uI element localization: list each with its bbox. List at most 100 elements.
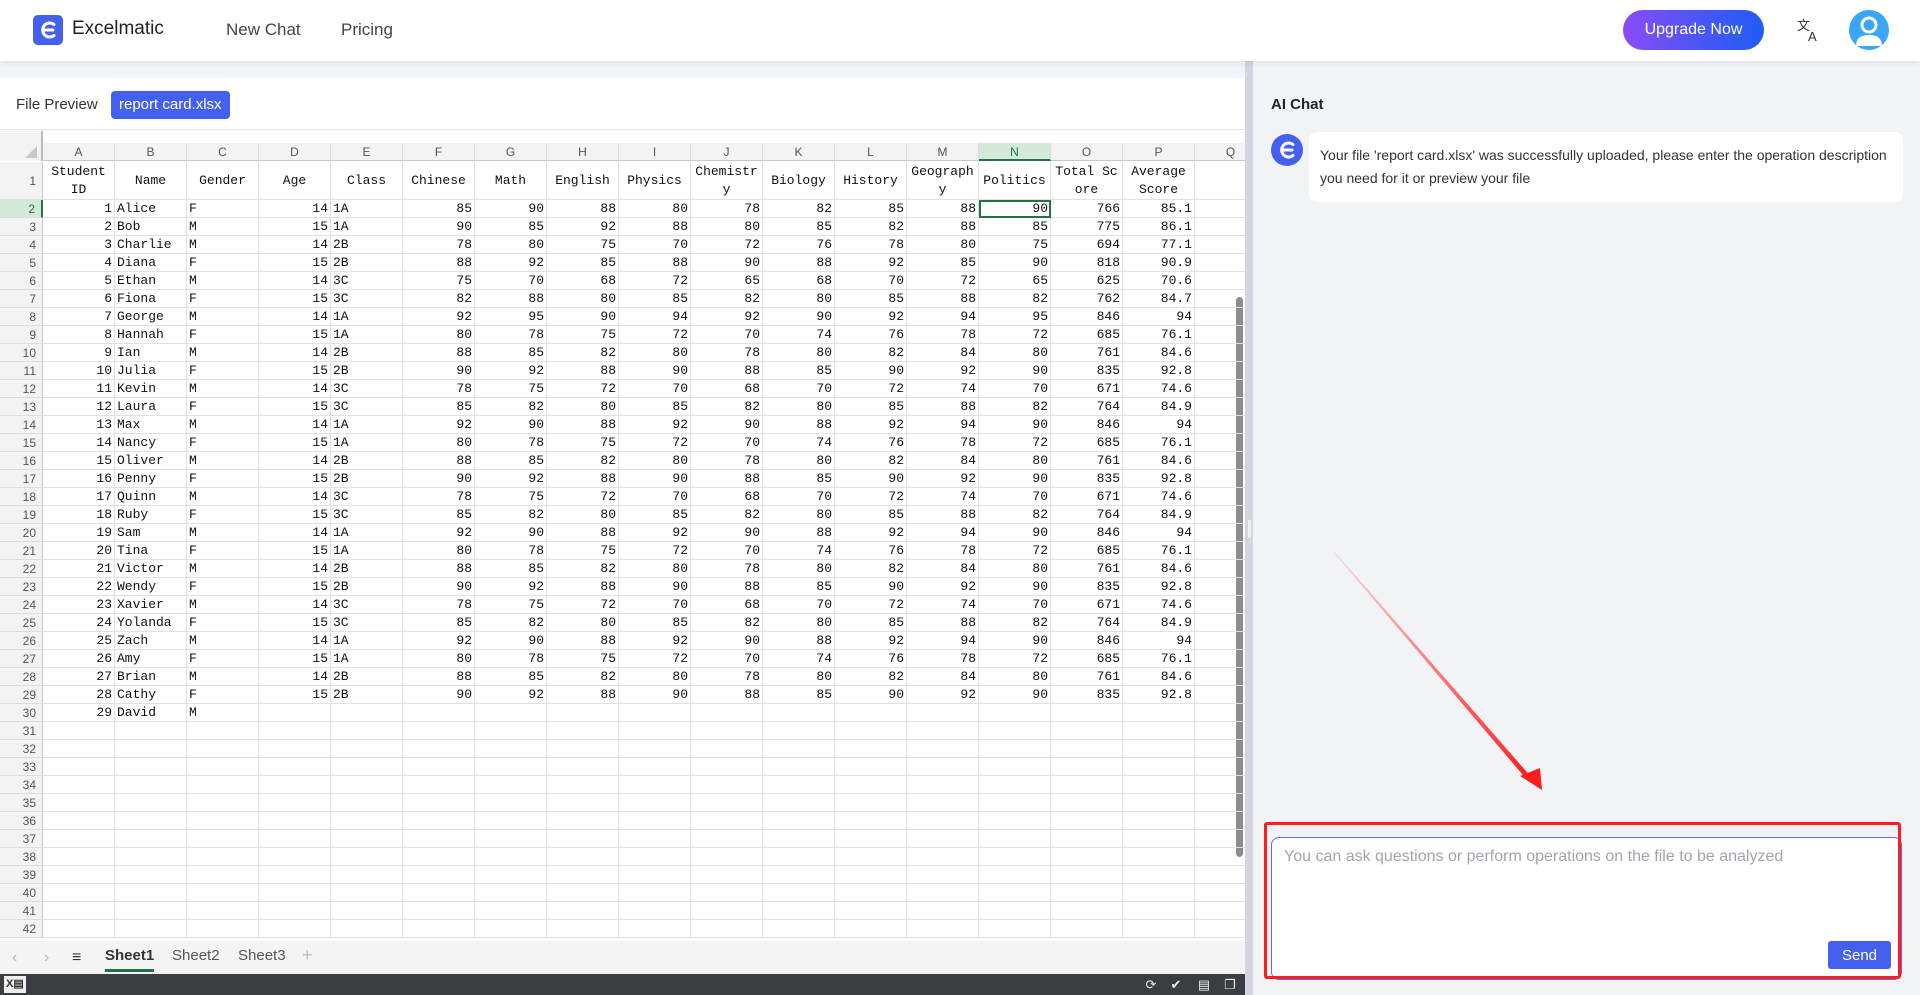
empty-cell[interactable] xyxy=(115,866,187,884)
empty-cell[interactable] xyxy=(763,902,835,920)
table-cell[interactable]: F xyxy=(187,686,259,704)
table-cell[interactable]: 75 xyxy=(547,434,619,452)
table-cell[interactable]: 3C xyxy=(331,272,403,290)
check-bag-icon[interactable]: ✔ xyxy=(1168,977,1184,992)
table-cell[interactable]: 1A xyxy=(331,200,403,218)
table-cell[interactable]: 15 xyxy=(259,326,331,344)
next-sheet-icon[interactable]: › xyxy=(44,949,49,967)
table-cell[interactable]: 5 xyxy=(43,272,115,290)
table-cell[interactable]: 72 xyxy=(619,272,691,290)
table-cell[interactable]: 76.1 xyxy=(1123,650,1195,668)
table-cell[interactable]: 1A xyxy=(331,326,403,344)
table-cell[interactable]: 85 xyxy=(907,254,979,272)
empty-cell[interactable] xyxy=(907,884,979,902)
empty-cell[interactable] xyxy=(187,920,259,938)
table-cell[interactable] xyxy=(1195,542,1245,560)
table-cell[interactable]: 78 xyxy=(403,488,475,506)
table-cell[interactable]: 88 xyxy=(403,668,475,686)
table-cell[interactable]: 1 xyxy=(43,200,115,218)
empty-cell[interactable] xyxy=(907,758,979,776)
table-cell[interactable]: 68 xyxy=(691,596,763,614)
empty-cell[interactable] xyxy=(835,740,907,758)
table-cell[interactable]: 77.1 xyxy=(1123,236,1195,254)
table-cell[interactable]: 92 xyxy=(907,686,979,704)
table-cell[interactable]: 764 xyxy=(1051,398,1123,416)
empty-cell[interactable] xyxy=(907,794,979,812)
table-cell[interactable]: 84 xyxy=(907,452,979,470)
table-cell[interactable] xyxy=(403,704,475,722)
table-cell[interactable] xyxy=(763,704,835,722)
table-cell[interactable]: 78 xyxy=(403,236,475,254)
empty-cell[interactable] xyxy=(835,776,907,794)
table-cell[interactable]: 80 xyxy=(547,398,619,416)
table-cell[interactable]: 75 xyxy=(979,236,1051,254)
table-cell[interactable]: 1A xyxy=(331,524,403,542)
table-cell[interactable]: 88 xyxy=(619,254,691,272)
table-cell[interactable]: 85 xyxy=(979,218,1051,236)
table-cell[interactable]: 14 xyxy=(259,668,331,686)
table-cell[interactable]: 85 xyxy=(475,218,547,236)
empty-cell[interactable] xyxy=(331,920,403,938)
table-cell[interactable]: 80 xyxy=(763,398,835,416)
table-cell[interactable]: 72 xyxy=(835,488,907,506)
table-cell[interactable]: 15 xyxy=(259,650,331,668)
table-cell[interactable] xyxy=(1195,344,1245,362)
table-cell[interactable]: 90 xyxy=(403,362,475,380)
table-cell[interactable]: 92.8 xyxy=(1123,686,1195,704)
empty-cell[interactable] xyxy=(1051,920,1123,938)
table-cell[interactable]: 15 xyxy=(259,542,331,560)
empty-cell[interactable] xyxy=(331,812,403,830)
chat-input[interactable] xyxy=(1284,848,1884,928)
table-cell[interactable]: 84.7 xyxy=(1123,290,1195,308)
table-cell[interactable]: 16 xyxy=(43,470,115,488)
table-cell[interactable]: 78 xyxy=(403,596,475,614)
table-cell[interactable]: 80 xyxy=(547,290,619,308)
table-cell[interactable]: F xyxy=(187,542,259,560)
table-cell[interactable]: 17 xyxy=(43,488,115,506)
empty-cell[interactable] xyxy=(547,740,619,758)
table-cell[interactable]: 82 xyxy=(547,668,619,686)
table-cell[interactable]: 764 xyxy=(1051,506,1123,524)
table-cell[interactable] xyxy=(1195,470,1245,488)
add-sheet-button[interactable]: + xyxy=(302,945,313,966)
table-cell[interactable]: 90 xyxy=(403,218,475,236)
table-cell[interactable]: 92 xyxy=(475,578,547,596)
empty-cell[interactable] xyxy=(475,794,547,812)
table-cell[interactable]: David xyxy=(115,704,187,722)
table-cell[interactable]: 15 xyxy=(259,218,331,236)
empty-cell[interactable] xyxy=(115,830,187,848)
row-header-18[interactable]: 18 xyxy=(0,488,43,506)
table-cell[interactable]: Sam xyxy=(115,524,187,542)
table-cell[interactable]: 88 xyxy=(907,398,979,416)
table-cell[interactable]: 90 xyxy=(691,416,763,434)
table-cell[interactable]: F xyxy=(187,200,259,218)
table-cell[interactable]: 835 xyxy=(1051,578,1123,596)
column-header-l[interactable]: L xyxy=(835,143,907,161)
table-cell[interactable]: 82 xyxy=(835,668,907,686)
table-cell[interactable]: 70 xyxy=(835,272,907,290)
table-cell[interactable]: 20 xyxy=(43,542,115,560)
empty-cell[interactable] xyxy=(1195,866,1245,884)
empty-cell[interactable] xyxy=(403,794,475,812)
table-cell[interactable]: 10 xyxy=(43,362,115,380)
table-cell[interactable]: 88 xyxy=(763,416,835,434)
table-cell[interactable]: M xyxy=(187,452,259,470)
table-cell[interactable]: 88 xyxy=(547,362,619,380)
table-cell[interactable]: 84.9 xyxy=(1123,506,1195,524)
empty-cell[interactable] xyxy=(691,884,763,902)
table-cell[interactable]: 88 xyxy=(907,200,979,218)
empty-cell[interactable] xyxy=(1051,830,1123,848)
table-cell[interactable]: 72 xyxy=(979,650,1051,668)
table-cell[interactable]: 14 xyxy=(259,560,331,578)
table-cell[interactable]: M xyxy=(187,308,259,326)
empty-cell[interactable] xyxy=(259,722,331,740)
header-cell[interactable]: History xyxy=(835,162,907,200)
table-cell[interactable]: 14 xyxy=(259,416,331,434)
table-cell[interactable]: 92 xyxy=(835,254,907,272)
table-cell[interactable]: Ruby xyxy=(115,506,187,524)
table-cell[interactable]: 80 xyxy=(547,506,619,524)
table-cell[interactable]: 80 xyxy=(763,344,835,362)
empty-cell[interactable] xyxy=(331,722,403,740)
row-header-20[interactable]: 20 xyxy=(0,524,43,542)
table-cell[interactable]: 82 xyxy=(835,452,907,470)
